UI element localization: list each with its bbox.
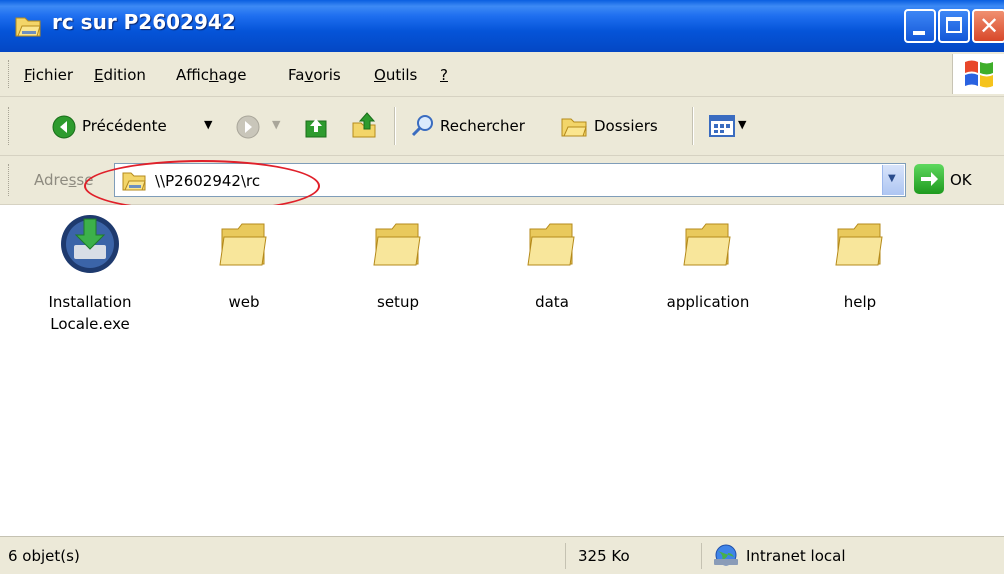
menu-favoris-accel: v [304, 66, 314, 84]
search-icon [411, 115, 433, 137]
menu-outils-label: utils [385, 66, 418, 84]
address-bar: Adresse \\P2602942\rc ▼ OK [0, 156, 1004, 205]
standard-toolbar: Précédente ▼ ▼ Rechercher Dossiers ▼ [0, 97, 1004, 156]
folder-icon [683, 223, 731, 266]
up-folder-icon [305, 119, 327, 138]
network-folder-icon [15, 17, 41, 37]
status-objects-cell: 6 objet(s) [0, 543, 566, 569]
address-dropdown-button[interactable]: ▼ [882, 165, 904, 195]
menu-outils[interactable]: Outils [374, 66, 417, 84]
menu-edition-label: dition [103, 66, 146, 84]
status-objects: 6 objet(s) [8, 547, 80, 565]
views-icon [709, 115, 735, 137]
menu-favoris-label-b: oris [313, 66, 341, 84]
up-folder-button[interactable] [300, 97, 334, 155]
menu-fichier-label: ichier [31, 66, 74, 84]
file-name: Installation [48, 293, 132, 311]
windows-flag-icon [965, 60, 993, 88]
close-icon: ✕ [979, 12, 1000, 40]
network-folder-icon [122, 172, 146, 191]
go-button[interactable] [914, 164, 944, 194]
toolbar-separator [394, 107, 396, 145]
menu-help-accel: ? [440, 66, 448, 84]
folder-icon [835, 223, 883, 266]
folder-icon [527, 223, 575, 266]
status-size: 325 Ko [578, 547, 630, 565]
window-title: rc sur P2602942 [52, 10, 236, 34]
forward-dropdown-icon[interactable]: ▼ [272, 118, 280, 131]
folder-up-arrow-icon [352, 112, 376, 138]
title-bar[interactable]: rc sur P2602942 ✕ [0, 0, 1004, 52]
toolbar-grip [8, 107, 11, 145]
file-item-folder[interactable]: help [800, 213, 920, 313]
file-item-folder[interactable]: setup [338, 213, 458, 313]
forward-arrow-icon [236, 115, 260, 139]
maximize-button[interactable] [938, 9, 970, 43]
address-path: \\P2602942\rc [155, 172, 261, 190]
file-item-folder[interactable]: application [648, 213, 768, 313]
folders-icon [561, 118, 587, 137]
menu-favoris-label-a: Fa [288, 66, 305, 84]
maximize-icon [946, 17, 962, 33]
file-name-line2: Locale.exe [50, 315, 130, 333]
search-label: Rechercher [440, 117, 525, 135]
file-list: Installation Locale.exe web setup data a… [0, 205, 1004, 535]
menu-affichage[interactable]: Affichage [176, 66, 246, 84]
intranet-globe-icon [714, 544, 738, 566]
toolbar-separator [692, 107, 694, 145]
file-item-folder[interactable]: web [184, 213, 304, 313]
menu-favoris[interactable]: Favoris [288, 66, 341, 84]
folders-button[interactable]: Dossiers [556, 97, 686, 155]
back-label: Précédente [82, 117, 167, 135]
back-button[interactable]: Précédente ▼ [48, 97, 224, 155]
back-arrow-icon [52, 115, 76, 139]
explorer-window: rc sur P2602942 ✕ Fichier Edition Affich… [0, 0, 1004, 574]
close-button[interactable]: ✕ [972, 9, 1004, 43]
menu-affichage-label-b: age [218, 66, 247, 84]
folder-up-arrow-button[interactable] [346, 97, 386, 155]
folders-label: Dossiers [594, 117, 658, 135]
back-dropdown-icon[interactable]: ▼ [204, 118, 212, 131]
search-button[interactable]: Rechercher [406, 97, 552, 155]
file-name: setup [377, 293, 419, 311]
minimize-icon [913, 31, 925, 35]
status-zone-cell: Intranet local [704, 543, 1004, 569]
file-name: help [843, 293, 877, 311]
windows-logo [952, 54, 1004, 94]
status-bar: 6 objet(s) 325 Ko Intranet local [0, 536, 1004, 574]
menu-grip [8, 60, 11, 88]
file-name: application [666, 293, 750, 311]
go-arrow-icon [921, 172, 938, 186]
file-item-installer[interactable]: Installation Locale.exe [30, 213, 150, 335]
menu-bar: Fichier Edition Affichage Favoris Outils… [0, 52, 1004, 97]
menu-fichier[interactable]: Fichier [24, 66, 73, 84]
file-name: data [535, 293, 569, 311]
file-name: web [228, 293, 260, 311]
menu-affichage-label-a: Affic [176, 66, 210, 84]
chevron-down-icon: ▼ [888, 173, 896, 184]
status-zone: Intranet local [746, 547, 846, 565]
menu-affichage-accel: h [209, 66, 219, 84]
address-label-a: Adre [34, 171, 69, 189]
address-label-b: se [76, 171, 94, 189]
views-button[interactable]: ▼ [704, 97, 758, 155]
address-label: Adresse [34, 171, 93, 189]
menu-fichier-accel: F [24, 66, 32, 84]
file-item-folder[interactable]: data [492, 213, 612, 313]
folder-icon [373, 223, 421, 266]
menu-help[interactable]: ? [440, 66, 448, 84]
address-input[interactable]: \\P2602942\rc ▼ [114, 163, 906, 197]
menu-edition[interactable]: Edition [94, 66, 146, 84]
forward-button[interactable]: ▼ [232, 97, 300, 155]
status-size-cell: 325 Ko [568, 543, 702, 569]
address-grip [8, 164, 11, 196]
menu-outils-accel: O [374, 66, 386, 84]
go-label[interactable]: OK [950, 171, 972, 189]
folder-icon [219, 223, 267, 266]
installer-icon [61, 215, 119, 273]
views-dropdown-icon: ▼ [738, 118, 747, 131]
minimize-button[interactable] [904, 9, 936, 43]
